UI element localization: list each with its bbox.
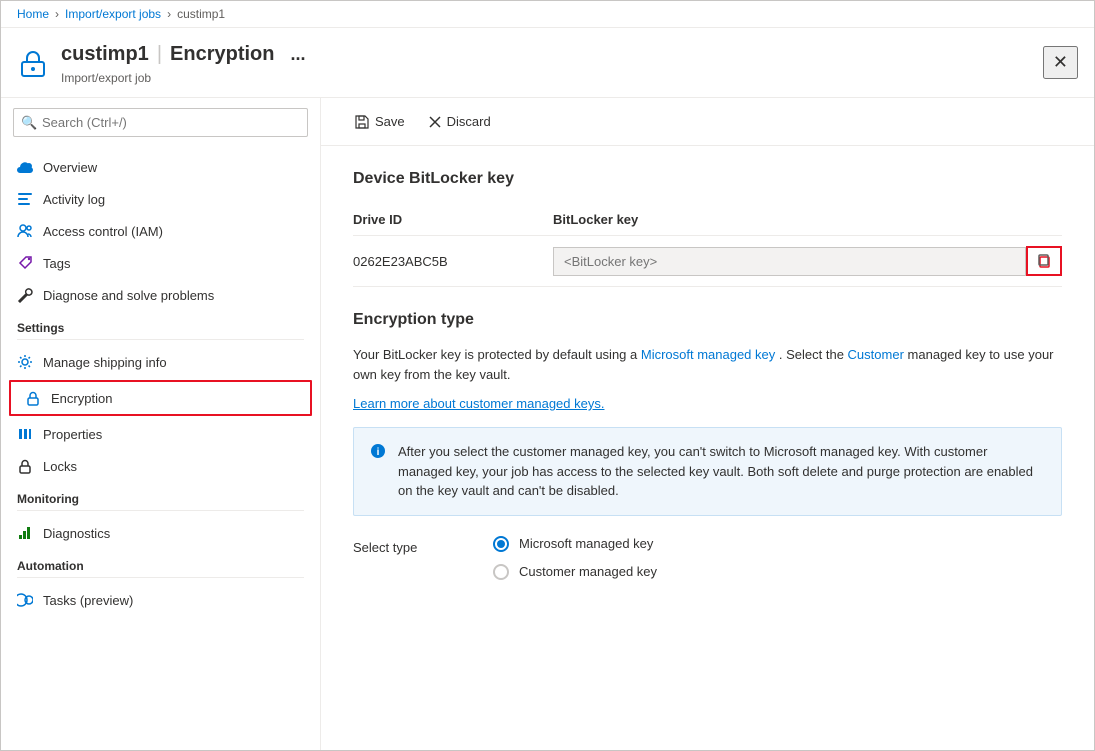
sidebar-item-encryption-label: Encryption	[51, 391, 112, 406]
save-icon	[355, 115, 369, 129]
select-type-label: Select type	[353, 536, 453, 555]
settings-section-label: Settings	[1, 311, 320, 339]
encryption-description: Your BitLocker key is protected by defau…	[353, 345, 1062, 384]
sidebar-item-access-control-label: Access control (IAM)	[43, 224, 163, 239]
bitlocker-key-header: BitLocker key	[553, 212, 1062, 227]
info-box: i After you select the customer managed …	[353, 427, 1062, 516]
automation-section-label: Automation	[1, 549, 320, 577]
sidebar-item-tags[interactable]: Tags	[1, 247, 320, 279]
diagnostics-icon	[17, 525, 33, 541]
device-bitlocker-title: Device BitLocker key	[353, 170, 1062, 188]
sidebar-item-properties[interactable]: Properties	[1, 418, 320, 450]
radio-customer-label: Customer managed key	[519, 564, 657, 579]
sidebar-item-overview-label: Overview	[43, 160, 97, 175]
info-box-text: After you select the customer managed ke…	[398, 442, 1045, 501]
toolbar: Save Discard	[321, 98, 1094, 146]
microsoft-managed-key-link[interactable]: Microsoft managed key	[641, 347, 775, 362]
breadcrumb-home[interactable]: Home	[17, 7, 49, 21]
close-button[interactable]: ✕	[1043, 46, 1078, 79]
discard-button[interactable]: Discard	[419, 108, 501, 135]
monitoring-section-label: Monitoring	[1, 482, 320, 510]
sidebar-item-activity-log[interactable]: Activity log	[1, 183, 320, 215]
info-icon: i	[370, 443, 386, 501]
radio-microsoft[interactable]	[493, 536, 509, 552]
radio-group: Microsoft managed key Customer managed k…	[493, 536, 657, 580]
people-icon	[17, 223, 33, 239]
sidebar-item-activity-log-label: Activity log	[43, 192, 105, 207]
sidebar-item-locks[interactable]: Locks	[1, 450, 320, 482]
search-input[interactable]	[13, 108, 308, 137]
header-more-button[interactable]: ...	[282, 40, 313, 69]
select-type-row: Select type Microsoft managed key Custom…	[353, 536, 1062, 580]
tag-icon	[17, 255, 33, 271]
breadcrumb: Home › Import/export jobs › custimp1	[1, 1, 1094, 28]
table-header: Drive ID BitLocker key	[353, 204, 1062, 236]
resource-icon	[17, 47, 49, 79]
header-title: custimp1 | Encryption ...	[61, 40, 1043, 69]
breadcrumb-current: custimp1	[177, 7, 225, 21]
cloud-icon	[17, 159, 33, 175]
gear-icon	[17, 354, 33, 370]
tasks-icon	[17, 592, 33, 608]
sidebar-item-diagnose-label: Diagnose and solve problems	[43, 288, 214, 303]
activity-log-icon	[17, 191, 33, 207]
radio-item-customer[interactable]: Customer managed key	[493, 564, 657, 580]
sidebar-item-properties-label: Properties	[43, 427, 102, 442]
properties-icon	[17, 426, 33, 442]
sidebar-item-access-control[interactable]: Access control (IAM)	[1, 215, 320, 247]
copy-icon	[1036, 253, 1052, 269]
bitlocker-input-wrapper	[553, 246, 1062, 276]
wrench-icon	[17, 287, 33, 303]
sidebar-item-manage-shipping[interactable]: Manage shipping info	[1, 346, 320, 378]
svg-text:i: i	[377, 447, 380, 458]
sidebar-item-diagnostics-label: Diagnostics	[43, 526, 110, 541]
discard-icon	[429, 116, 441, 128]
sidebar-search-area: 🔍	[1, 98, 320, 147]
radio-microsoft-label: Microsoft managed key	[519, 536, 653, 551]
sidebar-item-encryption[interactable]: Encryption	[9, 380, 312, 416]
sidebar-item-diagnostics[interactable]: Diagnostics	[1, 517, 320, 549]
bitlocker-key-input[interactable]	[553, 247, 1026, 276]
radio-customer[interactable]	[493, 564, 509, 580]
copy-button[interactable]	[1026, 246, 1062, 276]
lock-header-icon	[19, 49, 47, 77]
content-area: Device BitLocker key Drive ID BitLocker …	[321, 146, 1094, 604]
header-subtitle: Import/export job	[61, 71, 1043, 85]
bitlocker-key-cell	[553, 246, 1062, 276]
table-row: 0262E23ABC5B	[353, 236, 1062, 287]
learn-more-link[interactable]: Learn more about customer managed keys.	[353, 396, 604, 411]
sidebar-item-manage-shipping-label: Manage shipping info	[43, 355, 167, 370]
sidebar: 🔍 Overview Activity log	[1, 98, 321, 750]
sidebar-item-overview[interactable]: Overview	[1, 151, 320, 183]
save-button[interactable]: Save	[345, 108, 415, 135]
header-text-block: custimp1 | Encryption ... Import/export …	[61, 40, 1043, 85]
sidebar-item-locks-label: Locks	[43, 459, 77, 474]
search-icon: 🔍	[21, 115, 37, 131]
customer-managed-key-link[interactable]: Customer	[848, 347, 904, 362]
drive-id-header: Drive ID	[353, 212, 553, 227]
encryption-type-title: Encryption type	[353, 311, 1062, 329]
page-header: custimp1 | Encryption ... Import/export …	[1, 28, 1094, 98]
breadcrumb-import-export[interactable]: Import/export jobs	[65, 7, 161, 21]
sidebar-item-diagnose[interactable]: Diagnose and solve problems	[1, 279, 320, 311]
sidebar-nav: Overview Activity log Access control (IA…	[1, 147, 320, 750]
sidebar-item-tags-label: Tags	[43, 256, 70, 271]
main-content: Save Discard Device BitLocker key Drive …	[321, 98, 1094, 750]
lock-nav-icon	[25, 390, 41, 406]
drive-id-value: 0262E23ABC5B	[353, 254, 553, 269]
radio-item-microsoft[interactable]: Microsoft managed key	[493, 536, 657, 552]
lock2-icon	[17, 458, 33, 474]
sidebar-item-tasks-label: Tasks (preview)	[43, 593, 133, 608]
sidebar-item-tasks[interactable]: Tasks (preview)	[1, 584, 320, 616]
